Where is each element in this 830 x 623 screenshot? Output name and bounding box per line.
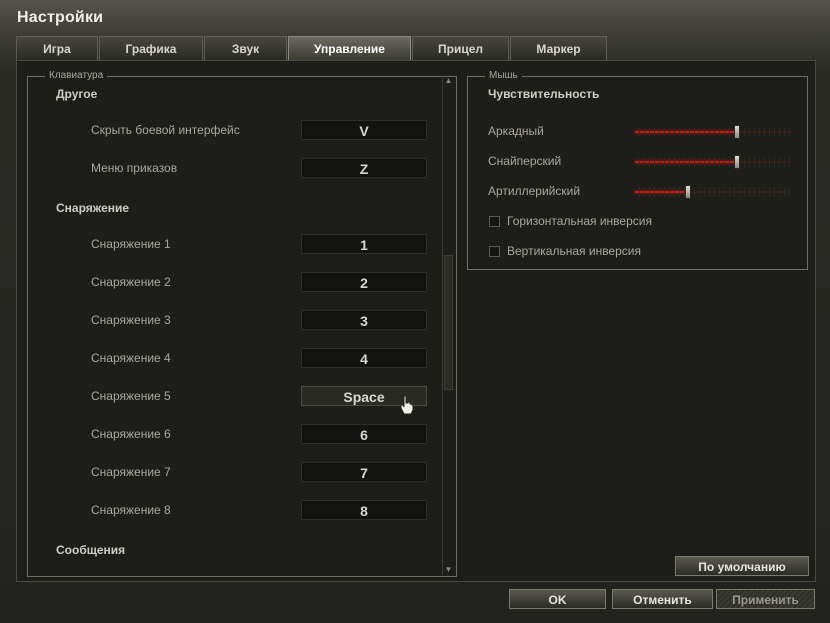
tab-sound[interactable]: Звук — [204, 36, 287, 60]
ok-button[interactable]: OK — [509, 589, 606, 609]
cancel-button[interactable]: Отменить — [612, 589, 713, 609]
default-button[interactable]: По умолчанию — [675, 556, 809, 576]
section-other-title: Другое — [56, 87, 98, 101]
key-equipment-1[interactable]: 1 — [301, 234, 427, 254]
checkbox-horizontal-inversion[interactable] — [489, 216, 500, 227]
key-equipment-8[interactable]: 8 — [301, 500, 427, 520]
row-label-equipment-3: Снаряжение 3 — [91, 313, 171, 327]
key-orders-menu[interactable]: Z — [301, 158, 427, 178]
row-label-equipment-7: Снаряжение 7 — [91, 465, 171, 479]
tab-bar: Игра Графика Звук Управление Прицел Марк… — [16, 36, 608, 60]
slider-artillery[interactable] — [635, 185, 790, 199]
key-equipment-3[interactable]: 3 — [301, 310, 427, 330]
scroll-up-icon[interactable]: ▲ — [443, 75, 454, 86]
slider-handle[interactable] — [734, 125, 741, 139]
slider-label-arcade: Аркадный — [488, 124, 544, 138]
row-label-orders-menu: Меню приказов — [91, 161, 178, 175]
apply-button[interactable]: Применить — [716, 589, 815, 609]
tab-graphics[interactable]: Графика — [99, 36, 203, 60]
tab-content: Клавиатура Другое Скрыть боевой интерфей… — [16, 60, 816, 582]
row-label-equipment-6: Снаряжение 6 — [91, 427, 171, 441]
slider-sniper[interactable] — [635, 155, 790, 169]
checkbox-label-horizontal-inversion: Горизонтальная инверсия — [507, 214, 652, 228]
slider-handle[interactable] — [684, 185, 691, 199]
keyboard-legend: Клавиатура — [45, 70, 108, 81]
key-equipment-4[interactable]: 4 — [301, 348, 427, 368]
slider-label-artillery: Артиллерийский — [488, 184, 581, 198]
tab-marker[interactable]: Маркер — [510, 36, 607, 60]
tab-game[interactable]: Игра — [16, 36, 98, 60]
key-equipment-7[interactable]: 7 — [301, 462, 427, 482]
section-messages-title: Сообщения — [56, 543, 126, 557]
checkbox-label-vertical-inversion: Вертикальная инверсия — [507, 244, 641, 258]
keyboard-scrollbar[interactable]: ▲ ▼ — [442, 75, 454, 575]
window-title: Настройки — [17, 9, 104, 26]
key-equipment-6[interactable]: 6 — [301, 424, 427, 444]
row-label-equipment-2: Снаряжение 2 — [91, 275, 171, 289]
section-equipment-title: Снаряжение — [56, 201, 130, 215]
key-hide-ui[interactable]: V — [301, 120, 427, 140]
row-label-hide-ui: Скрыть боевой интерфейс — [91, 123, 240, 137]
mouse-group: Мышь Чувствительность Аркадный Снайперск… — [467, 70, 808, 270]
row-label-equipment-5: Снаряжение 5 — [91, 389, 171, 403]
tab-controls[interactable]: Управление — [288, 36, 411, 60]
row-label-equipment-1: Снаряжение 1 — [91, 237, 171, 251]
keyboard-group: Клавиатура Другое Скрыть боевой интерфей… — [27, 70, 457, 577]
scroll-thumb[interactable] — [444, 255, 453, 390]
scroll-down-icon[interactable]: ▼ — [443, 564, 454, 575]
sensitivity-title: Чувствительность — [488, 87, 600, 101]
hand-cursor-icon — [400, 395, 414, 415]
key-equipment-2[interactable]: 2 — [301, 272, 427, 292]
slider-arcade[interactable] — [635, 125, 790, 139]
row-label-equipment-4: Снаряжение 4 — [91, 351, 171, 365]
tab-sight[interactable]: Прицел — [412, 36, 509, 60]
slider-label-sniper: Снайперский — [488, 154, 562, 168]
checkbox-vertical-inversion[interactable] — [489, 246, 500, 257]
slider-handle[interactable] — [734, 155, 741, 169]
mouse-legend: Мышь — [485, 70, 522, 81]
row-label-equipment-8: Снаряжение 8 — [91, 503, 171, 517]
settings-window: Настройки Игра Графика Звук Управление П… — [0, 0, 830, 623]
